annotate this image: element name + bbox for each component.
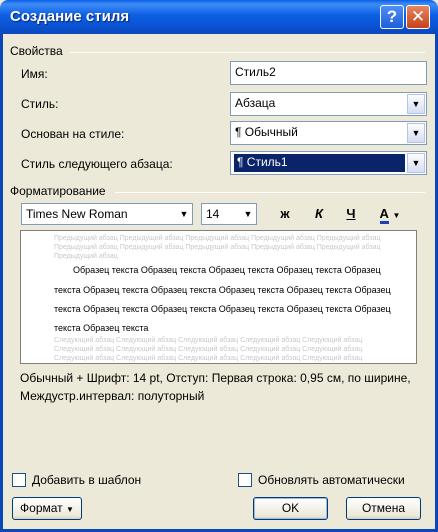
chevron-down-icon[interactable]: ▼ xyxy=(241,205,255,223)
based-on-select[interactable]: ¶ Обычный ▼ xyxy=(230,121,427,145)
add-to-template-label: Добавить в шаблон xyxy=(32,473,142,487)
chevron-down-icon[interactable]: ▼ xyxy=(407,153,425,173)
style-type-value: Абзаца xyxy=(235,96,276,110)
cancel-button[interactable]: Отмена xyxy=(346,497,421,520)
based-on-value: ¶ Обычный xyxy=(235,125,298,139)
close-button[interactable]: ✕ xyxy=(406,5,430,29)
properties-group-label: Свойства xyxy=(10,44,63,58)
add-to-template-checkbox[interactable] xyxy=(12,473,26,487)
font-name-value: Times New Roman xyxy=(26,207,128,221)
based-on-label: Основан на стиле: xyxy=(21,127,125,141)
help-button[interactable]: ? xyxy=(380,5,404,29)
preview-sample-line: текста Образец текста xyxy=(54,323,149,333)
close-icon: ✕ xyxy=(410,7,426,26)
chevron-down-icon[interactable]: ▼ xyxy=(407,123,425,143)
title-bar: Создание стиля ? ✕ xyxy=(0,0,438,34)
preview-next-paragraph: Следующий абзац Следующий абзац Следующи… xyxy=(54,355,363,362)
style-type-label: Стиль: xyxy=(21,97,59,111)
ok-button[interactable]: OK xyxy=(253,497,328,520)
preview-sample-line: Образец текста Образец текста Образец те… xyxy=(73,265,381,275)
preview-next-paragraph: Следующий абзац Следующий абзац Следующи… xyxy=(54,337,363,344)
style-preview: Предыдущий абзац Предыдущий абзац Предыд… xyxy=(20,230,417,364)
underline-button[interactable]: Ч xyxy=(339,203,363,225)
chevron-down-icon: ▼ xyxy=(392,211,401,220)
chevron-down-icon[interactable]: ▼ xyxy=(177,205,191,223)
formatting-divider xyxy=(115,192,425,193)
italic-button[interactable]: К xyxy=(307,203,331,225)
name-field[interactable]: Стиль2 xyxy=(230,61,427,85)
preview-sample-line: текста Образец текста Образец текста Обр… xyxy=(54,304,391,314)
next-style-select[interactable]: ¶ Стиль1 ▼ xyxy=(230,151,427,175)
preview-previous-paragraph: Предыдущий абзац Предыдущий абзац Предыд… xyxy=(54,244,381,251)
font-color-icon: А xyxy=(379,206,389,224)
font-size-value: 14 xyxy=(206,207,220,221)
style-description: Обычный + Шрифт: 14 pt, Отступ: Первая с… xyxy=(20,371,411,403)
format-button[interactable]: Формат ▼ xyxy=(12,497,82,520)
formatting-group-label: Форматирование xyxy=(10,184,106,198)
auto-update-checkbox[interactable] xyxy=(238,473,252,487)
font-color-button[interactable]: А ▼ xyxy=(372,203,408,225)
bold-button[interactable]: ж xyxy=(273,203,297,225)
help-icon: ? xyxy=(386,7,398,26)
style-type-select[interactable]: Абзаца ▼ xyxy=(230,92,427,116)
preview-next-paragraph: Следующий абзац Следующий абзац Следующи… xyxy=(54,346,363,353)
auto-update-label: Обновлять автоматически xyxy=(258,473,405,487)
font-name-select[interactable]: Times New Roman ▼ xyxy=(21,203,193,225)
preview-sample-line: текста Образец текста Образец текста Обр… xyxy=(54,285,391,295)
format-button-label: Формат xyxy=(20,501,63,515)
font-size-select[interactable]: 14 ▼ xyxy=(201,203,257,225)
window-title: Создание стиля xyxy=(10,8,130,25)
preview-previous-paragraph: Предыдущий абзац xyxy=(54,253,118,260)
chevron-down-icon[interactable]: ▼ xyxy=(407,94,425,114)
properties-divider xyxy=(70,52,425,53)
next-style-value: ¶ Стиль1 xyxy=(234,154,405,172)
name-label: Имя: xyxy=(21,67,48,81)
chevron-down-icon: ▼ xyxy=(66,505,74,514)
preview-previous-paragraph: Предыдущий абзац Предыдущий абзац Предыд… xyxy=(54,235,381,242)
next-style-label: Стиль следующего абзаца: xyxy=(21,157,173,171)
